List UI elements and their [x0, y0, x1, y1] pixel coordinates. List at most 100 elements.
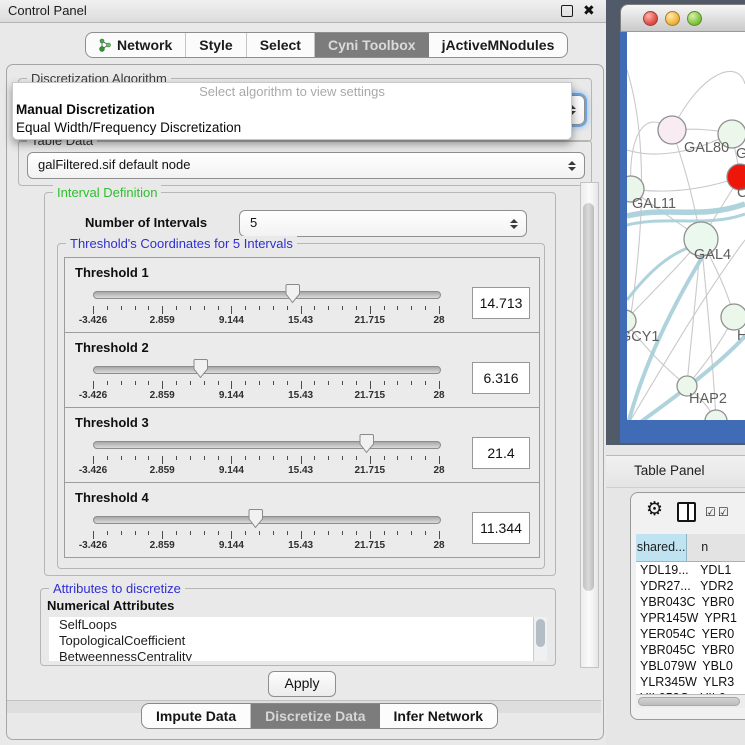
tab-style[interactable]: Style — [186, 33, 246, 57]
slider-track[interactable] — [93, 366, 441, 374]
tab-select[interactable]: Select — [247, 33, 315, 57]
threshold-label: Threshold 4 — [75, 490, 149, 505]
tab-network[interactable]: Network — [86, 33, 186, 57]
control-panel-scrollbar[interactable] — [580, 182, 599, 668]
list-scrollbar[interactable] — [533, 617, 547, 661]
minimize-light[interactable] — [665, 11, 680, 26]
slider-thumb[interactable] — [359, 433, 374, 454]
tab-cyni-toolbox[interactable]: Cyni Toolbox — [315, 33, 429, 57]
tick-mark — [135, 531, 136, 535]
application-window: Control Panel ✖ NetworkStyleSelectCyni T… — [0, 0, 745, 745]
dropdown-option-equal-width-frequency-discretization[interactable]: Equal Width/Frequency Discretization — [13, 119, 571, 137]
tick-mark — [162, 531, 163, 539]
tick-mark — [301, 456, 302, 464]
bottom-tab-impute-data[interactable]: Impute Data — [142, 704, 251, 728]
bottom-tab-infer-network[interactable]: Infer Network — [380, 704, 497, 728]
table-row[interactable]: YDL19...YDL1 — [636, 562, 745, 578]
combo-arrows-icon — [568, 161, 576, 171]
slider-thumb[interactable] — [193, 358, 208, 379]
tick-label: -3.426 — [79, 465, 107, 476]
tab-label: Select — [260, 37, 301, 53]
tab-label: Network — [117, 37, 172, 53]
gear-icon[interactable]: ⚙ — [646, 498, 663, 521]
threshold-value-field[interactable]: 14.713 — [472, 287, 530, 319]
table-horizontal-scrollbar[interactable] — [636, 694, 745, 708]
tick-mark — [245, 531, 246, 535]
column-header-name[interactable]: n — [687, 534, 745, 561]
tick-mark — [204, 381, 205, 385]
threshold-panel: Threshold 2 -3.4262.8599.14415.4321.7152… — [64, 332, 540, 408]
tick-mark — [370, 531, 371, 539]
tick-label: 15.43 — [288, 465, 313, 476]
number-of-intervals-label: Number of Intervals — [85, 215, 207, 230]
network-node-node-bottom-partial[interactable] — [705, 410, 727, 420]
tab-jactivemnodules[interactable]: jActiveMNodules — [429, 33, 568, 57]
tick-mark — [411, 456, 412, 460]
tick-label: 2.859 — [150, 540, 175, 551]
table-row[interactable]: YDR27...YDR2 — [636, 578, 745, 594]
table-row[interactable]: YPR145WYPR1 — [636, 610, 745, 626]
tick-mark — [439, 456, 440, 464]
table-row[interactable]: YER054CYER0 — [636, 626, 745, 642]
tick-mark — [259, 456, 260, 460]
slider-track[interactable] — [93, 516, 441, 524]
table-data-group: Table Data galFiltered.sif default node — [18, 140, 592, 186]
thresholds-group: Threshold's Coordinates for 5 Intervals … — [57, 243, 545, 569]
tick-mark — [356, 531, 357, 535]
checkbox-icon[interactable]: ☑ — [718, 505, 729, 519]
tick-mark — [176, 381, 177, 385]
apply-button[interactable]: Apply — [268, 671, 336, 697]
slider-thumb[interactable] — [248, 508, 263, 529]
scrollbar-thumb[interactable] — [583, 203, 594, 591]
table-row[interactable]: YBR045CYBR0 — [636, 642, 745, 658]
tick-mark — [218, 381, 219, 385]
table-row[interactable]: YLR345WYLR3 — [636, 674, 745, 690]
slider-track[interactable] — [93, 291, 441, 299]
network-window-titlebar[interactable] — [620, 4, 745, 32]
tick-mark — [314, 531, 315, 535]
bottom-tab-discretize-data[interactable]: Discretize Data — [251, 704, 379, 728]
tick-mark — [121, 531, 122, 535]
tick-mark — [439, 306, 440, 314]
attribute-item-betweennesscentrality[interactable]: BetweennessCentrality — [49, 649, 547, 661]
tick-mark — [425, 531, 426, 535]
tick-mark — [439, 531, 440, 539]
number-of-intervals-spinner[interactable]: 5 — [239, 210, 527, 237]
zoom-light[interactable] — [687, 11, 702, 26]
close-panel-icon[interactable]: ✖ — [583, 2, 595, 19]
dropdown-option-manual-discretization[interactable]: Manual Discretization — [13, 101, 571, 119]
column-header-shared-name[interactable]: shared... — [636, 534, 687, 561]
tick-label: 28 — [433, 315, 444, 326]
tab-label: Style — [199, 37, 232, 53]
tick-mark — [135, 456, 136, 460]
tick-mark — [190, 381, 191, 385]
numerical-attributes-list[interactable]: SelfLoopsTopologicalCoefficientBetweenne… — [49, 617, 547, 661]
tick-mark — [425, 456, 426, 460]
attribute-item-topologicalcoefficient[interactable]: TopologicalCoefficient — [49, 633, 547, 649]
threshold-value-field[interactable]: 11.344 — [472, 512, 530, 544]
threshold-value-field[interactable]: 21.4 — [472, 437, 530, 469]
close-light[interactable] — [643, 11, 658, 26]
slider-track[interactable] — [93, 441, 441, 449]
tick-mark — [397, 531, 398, 535]
threshold-value-field[interactable]: 6.316 — [472, 362, 530, 394]
tick-mark — [121, 381, 122, 385]
node-label-c: C — [737, 185, 745, 201]
threshold-label: Threshold 3 — [75, 415, 149, 430]
attribute-item-selfloops[interactable]: SelfLoops — [49, 617, 547, 633]
checkbox-icon[interactable]: ☑ — [705, 505, 716, 519]
float-window-icon[interactable] — [561, 5, 573, 17]
network-node-node-right[interactable] — [721, 304, 745, 330]
spinner-arrows-icon — [510, 219, 518, 229]
column-split-icon[interactable] — [677, 502, 696, 522]
network-node-gal80[interactable] — [658, 116, 686, 144]
tick-label: 9.144 — [219, 465, 244, 476]
table-row[interactable]: YBR043CYBR0 — [636, 594, 745, 610]
tick-mark — [342, 306, 343, 310]
tick-label: 28 — [433, 540, 444, 551]
table-row[interactable]: YBL079WYBL0 — [636, 658, 745, 674]
table-header-row: shared... n — [636, 534, 745, 562]
slider-thumb[interactable] — [285, 283, 300, 304]
table-data-combobox[interactable]: galFiltered.sif default node — [27, 152, 585, 179]
scrollbar-thumb[interactable] — [638, 697, 740, 706]
